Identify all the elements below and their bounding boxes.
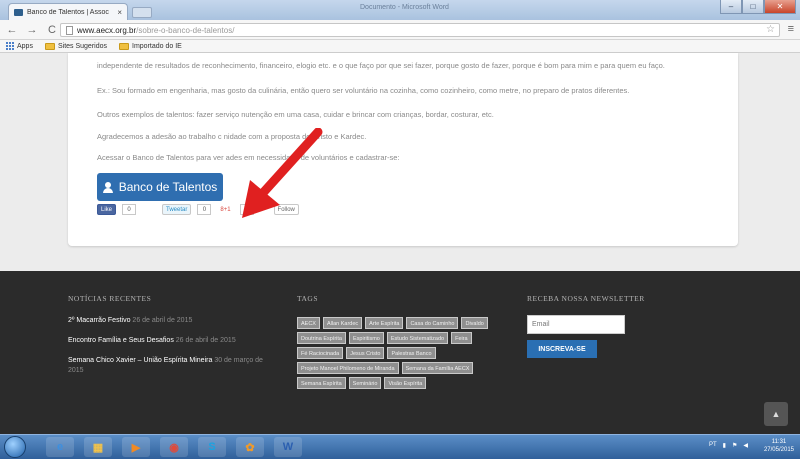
network-icon[interactable]: ▮ xyxy=(723,442,726,449)
taskbar-ie-icon[interactable]: e xyxy=(46,437,74,457)
bookmark-apps[interactable]: Apps xyxy=(6,42,33,50)
maximize-button[interactable]: □ xyxy=(742,0,764,14)
address-bar[interactable]: www.aecx.org.br /sobre-o-banco-de-talent… xyxy=(60,23,780,37)
system-tray: PT ▮ ⚑ ◀ xyxy=(709,442,748,449)
new-tab-button[interactable] xyxy=(132,7,152,18)
recent-news-column: NOTÍCIAS RECENTES 2º Macarrão Festivo 26… xyxy=(68,294,278,376)
facebook-like-button[interactable]: Like xyxy=(97,204,117,215)
taskbar-word-icon[interactable]: W xyxy=(274,437,302,457)
subscribe-button[interactable]: INSCREVA-SE xyxy=(527,340,597,358)
minimize-button[interactable]: – xyxy=(720,0,742,14)
menu-icon[interactable]: ≡ xyxy=(788,23,794,35)
newsletter-email-input[interactable]: Email xyxy=(527,315,625,334)
article-paragraph: Ex.: Sou formado em engenharia, mas gost… xyxy=(97,86,630,95)
volume-icon[interactable]: ◀ xyxy=(743,442,748,449)
post-title[interactable]: 2º Macarrão Festivo xyxy=(68,317,130,324)
tag-link[interactable]: Jesus Cristo xyxy=(346,347,385,359)
scroll-to-top-button[interactable]: ▲ xyxy=(764,402,788,426)
site-favicon-icon xyxy=(14,8,23,16)
window-title: Documento - Microsoft Word xyxy=(360,4,449,11)
article-paragraph: independente de resultados de reconhecim… xyxy=(97,61,665,70)
tag-link[interactable]: Divaldo xyxy=(461,317,488,329)
tag-link[interactable]: Espiritismo xyxy=(348,332,384,344)
tags-heading: TAGS xyxy=(297,294,318,303)
apps-grid-icon xyxy=(6,42,14,50)
banco-de-talentos-button[interactable]: Banco de Talentos xyxy=(97,173,223,201)
url-path: /sobre-o-banco-de-talentos/ xyxy=(136,25,235,35)
windows-taskbar: e ▦ ▶ ◉ S ✿ W PT ▮ ⚑ ◀ 11:31 27/05/2015 xyxy=(0,434,800,459)
bookmark-imported-ie[interactable]: Importado do IE xyxy=(119,42,182,50)
back-button[interactable]: ← xyxy=(6,24,18,36)
bookmark-label: Sites Sugeridos xyxy=(57,42,107,50)
recent-news-heading: NOTÍCIAS RECENTES xyxy=(68,294,152,303)
close-window-button[interactable]: ✕ xyxy=(764,0,796,14)
tag-link[interactable]: Palestras Banco xyxy=(387,347,436,359)
taskbar-explorer-icon[interactable]: ▦ xyxy=(84,437,112,457)
like-count: 0 xyxy=(122,204,137,215)
start-button[interactable] xyxy=(4,436,26,458)
tag-link[interactable]: Doutrina Espírita xyxy=(297,332,346,344)
tweet-button[interactable]: Tweetar xyxy=(162,204,192,215)
taskbar-media-icon[interactable]: ▶ xyxy=(122,437,150,457)
newsletter-heading: RECEBA NOSSA NEWSLETTER xyxy=(527,294,645,303)
post-title[interactable]: Semana Chico Xavier – União Espírita Min… xyxy=(68,357,212,364)
article-card: independente de resultados de reconhecim… xyxy=(68,53,738,246)
folder-icon xyxy=(119,42,129,50)
folder-icon xyxy=(44,42,55,50)
tags-column: TAGS AECX Allan Kardec Arte Espírita Cas… xyxy=(297,294,507,389)
language-indicator[interactable]: PT xyxy=(709,442,717,449)
tag-link[interactable]: AECX xyxy=(297,317,320,329)
bookmark-label: Apps xyxy=(17,42,33,50)
tag-link[interactable]: Allan Kardec xyxy=(322,317,363,329)
bookmarks-bar: Apps Sites Sugeridos Importado do IE xyxy=(0,40,800,53)
clock-time: 11:31 xyxy=(771,439,787,445)
tweet-count: 0 xyxy=(197,204,212,215)
tag-link[interactable]: Seminário xyxy=(348,377,382,389)
tag-link[interactable]: Fé Raciocinada xyxy=(297,347,344,359)
taskbar-skype-icon[interactable]: S xyxy=(198,437,226,457)
button-label: Banco de Talentos xyxy=(118,180,218,194)
page-content: independente de resultados de reconhecim… xyxy=(0,53,800,271)
tag-link[interactable]: Semana Espírita xyxy=(297,377,346,389)
tag-cloud: AECX Allan Kardec Arte Espírita Casa do … xyxy=(297,317,507,389)
tag-link[interactable]: Visão Espírita xyxy=(384,377,427,389)
tag-link[interactable]: Semana da Família AECX xyxy=(401,362,474,374)
gplus-button[interactable]: 8+1 xyxy=(217,204,234,215)
post-date: 26 de abril de 2015 xyxy=(132,317,193,324)
reload-button[interactable]: C xyxy=(46,24,58,36)
browser-toolbar: ← → C www.aecx.org.br /sobre-o-banco-de-… xyxy=(0,20,800,40)
flag-icon[interactable]: ⚑ xyxy=(732,442,737,449)
tag-link[interactable]: Feira xyxy=(451,332,472,344)
article-paragraph: Outros exemplos de talentos: fazer servi… xyxy=(97,110,494,119)
browser-tab[interactable]: Banco de Talentos | Assoc × xyxy=(8,3,128,20)
user-icon xyxy=(102,181,113,193)
site-footer: NOTÍCIAS RECENTES 2º Macarrão Festivo 26… xyxy=(0,271,800,434)
tag-link[interactable]: Projeto Manoel Philomeno de Miranda xyxy=(297,362,399,374)
tag-link[interactable]: Casa do Caminho xyxy=(406,317,459,329)
red-arrow-annotation xyxy=(242,128,323,218)
article-paragraph: Agradecemos a adesão ao trabalho c nidad… xyxy=(97,132,367,141)
tab-title: Banco de Talentos | Assoc xyxy=(27,8,109,16)
recent-post[interactable]: Semana Chico Xavier – União Espírita Min… xyxy=(68,356,278,376)
bookmark-suggested-sites[interactable]: Sites Sugeridos xyxy=(44,42,107,50)
forward-button[interactable]: → xyxy=(26,24,38,36)
browser-titlebar: Banco de Talentos | Assoc × Documento - … xyxy=(0,0,800,20)
page-icon xyxy=(66,25,73,35)
taskbar-messenger-icon[interactable]: ✿ xyxy=(236,437,264,457)
bookmark-star-icon[interactable]: ☆ xyxy=(766,24,775,35)
tag-link[interactable]: Estudo Sistematizado xyxy=(386,332,449,344)
article-paragraph: Acessar o Banco de Talentos para ver ade… xyxy=(97,153,400,162)
clock[interactable]: 11:31 27/05/2015 xyxy=(764,438,794,454)
url-host: www.aecx.org.br xyxy=(77,25,137,35)
tab-close-icon[interactable]: × xyxy=(117,8,122,17)
tag-link[interactable]: Arte Espírita xyxy=(365,317,404,329)
recent-post[interactable]: 2º Macarrão Festivo 26 de abril de 2015 xyxy=(68,316,278,326)
bookmark-label: Importado do IE xyxy=(132,42,182,50)
taskbar-chrome-icon[interactable]: ◉ xyxy=(160,437,188,457)
clock-date: 27/05/2015 xyxy=(763,447,794,453)
post-title[interactable]: Encontro Família e Seus Desafios xyxy=(68,337,174,344)
recent-post[interactable]: Encontro Família e Seus Desafios 26 de a… xyxy=(68,336,278,346)
post-date: 26 de abril de 2015 xyxy=(175,337,236,344)
newsletter-column: RECEBA NOSSA NEWSLETTER Email INSCREVA-S… xyxy=(527,294,645,358)
